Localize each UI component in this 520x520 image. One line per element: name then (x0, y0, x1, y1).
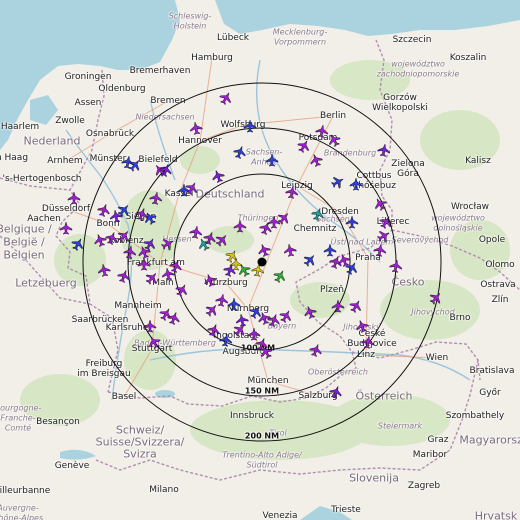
aircraft-icon[interactable] (315, 124, 329, 138)
aircraft-icon[interactable] (202, 272, 217, 288)
aircraft-icon[interactable] (377, 143, 391, 157)
aircraft-icon[interactable] (168, 258, 183, 274)
aircraft-icon[interactable] (256, 242, 271, 258)
aircraft-icon[interactable] (96, 202, 111, 218)
aircraft-icon[interactable] (92, 232, 107, 248)
aircraft-map[interactable]: Schleswig- Holstein Lübeck Mecklenburg- Vorp… (0, 0, 520, 520)
aircraft-icon[interactable] (323, 243, 337, 257)
aircraft-icon[interactable] (235, 313, 249, 327)
aircraft-icon[interactable] (265, 153, 279, 167)
aircraft-icon[interactable] (354, 318, 369, 334)
aircraft-icon[interactable] (296, 138, 312, 155)
aircraft-icon[interactable] (330, 174, 347, 190)
aircraft-icon[interactable] (184, 180, 200, 197)
aircraft-icon[interactable] (166, 310, 181, 326)
aircraft-icon[interactable] (218, 90, 234, 107)
aircraft-icon[interactable] (215, 293, 229, 307)
aircraft-icon[interactable] (143, 270, 160, 287)
aircraft-icon[interactable] (219, 333, 233, 347)
aircraft-icon[interactable] (283, 243, 297, 257)
aircraft-icon[interactable] (376, 228, 393, 244)
aircraft-icon[interactable] (247, 327, 261, 341)
aircraft-icon[interactable] (344, 260, 360, 277)
aircraft-icon[interactable] (174, 282, 190, 299)
aircraft-icon[interactable] (109, 209, 123, 223)
aircraft-icon[interactable] (331, 299, 345, 313)
aircraft-icon[interactable] (149, 191, 163, 205)
aircraft-icon[interactable] (348, 298, 364, 315)
aircraft-icon[interactable] (278, 308, 294, 325)
aircraft-icon[interactable] (158, 162, 173, 178)
aircraft-icon[interactable] (328, 384, 343, 400)
aircraft-icon[interactable] (203, 302, 220, 319)
aircraft-icon[interactable] (146, 334, 162, 351)
aircraft-icon[interactable] (97, 263, 111, 277)
aircraft-icon[interactable] (267, 215, 281, 229)
aircraft-icon[interactable] (158, 306, 174, 323)
aircraft-icon[interactable] (349, 177, 363, 191)
aircraft-icon[interactable] (161, 267, 175, 281)
aircraft-icon[interactable] (301, 252, 318, 269)
aircraft-icon[interactable] (142, 210, 158, 227)
aircraft-icon[interactable] (160, 236, 177, 252)
aircraft-icon[interactable] (308, 342, 323, 358)
aircraft-icon[interactable] (233, 219, 247, 233)
aircraft-icon[interactable] (189, 225, 203, 239)
aircraft-icon[interactable] (308, 152, 323, 168)
aircraft-layer (59, 90, 441, 400)
aircraft-icon[interactable] (272, 268, 288, 285)
aircraft-icon[interactable] (310, 206, 325, 222)
aircraft-icon[interactable] (302, 304, 317, 320)
aircraft-icon[interactable] (210, 168, 225, 184)
aircraft-icon[interactable] (275, 210, 292, 227)
tracking-overlay (59, 82, 442, 442)
aircraft-icon[interactable] (59, 221, 73, 235)
aircraft-icon[interactable] (189, 121, 203, 135)
aircraft-icon[interactable] (243, 119, 257, 133)
aircraft-icon[interactable] (224, 248, 240, 265)
aircraft-icon[interactable] (266, 312, 281, 328)
aircraft-icon[interactable] (231, 322, 248, 339)
receiver-dot[interactable] (257, 257, 267, 267)
aircraft-icon[interactable] (137, 257, 151, 271)
aircraft-icon[interactable] (123, 245, 137, 259)
aircraft-icon[interactable] (206, 322, 221, 338)
aircraft-icon[interactable] (67, 191, 81, 205)
aircraft-icon[interactable] (373, 243, 387, 257)
aircraft-icon[interactable] (143, 319, 157, 333)
aircraft-icon[interactable] (227, 297, 241, 311)
aircraft-icon[interactable] (345, 215, 359, 229)
aircraft-icon[interactable] (104, 230, 119, 246)
aircraft-icon[interactable] (285, 185, 299, 199)
aircraft-icon[interactable] (213, 232, 230, 249)
aircraft-icon[interactable] (232, 144, 247, 160)
